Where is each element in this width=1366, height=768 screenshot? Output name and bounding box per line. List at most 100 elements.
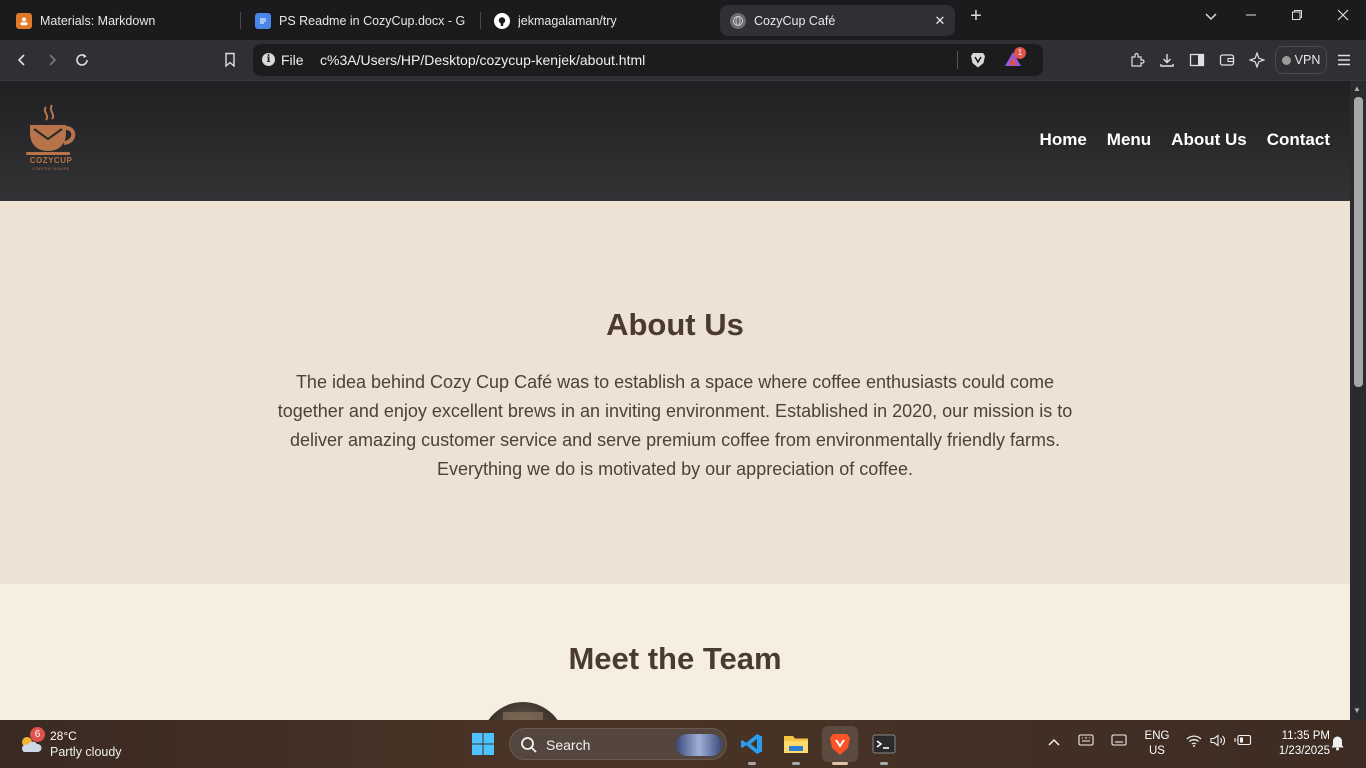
tab-search-chevron-icon[interactable] — [1200, 8, 1222, 24]
page-scrollbar[interactable]: ▲ ▼ — [1350, 81, 1366, 720]
active-indicator — [832, 762, 848, 765]
input-language[interactable]: ENG US — [1143, 729, 1171, 759]
wallet-icon[interactable] — [1215, 48, 1239, 72]
language-code: ENG — [1144, 730, 1170, 742]
coffee-cup-logo-icon — [26, 104, 76, 155]
terminal-icon — [872, 734, 896, 754]
hamburger-menu-icon[interactable] — [1332, 48, 1356, 72]
page-viewport: COZYCUP COFFEE HOUSE Home Menu About Us … — [0, 81, 1350, 720]
taskbar-terminal[interactable] — [866, 726, 902, 765]
new-tab-button[interactable]: + — [965, 5, 987, 28]
taskbar-vscode[interactable] — [734, 726, 770, 765]
tab-google-docs[interactable]: PS Readme in CozyCup.docx - Goog — [245, 5, 475, 36]
about-heading: About Us — [606, 307, 744, 342]
volume-icon[interactable] — [1210, 734, 1226, 750]
battery-icon[interactable] — [1234, 734, 1252, 749]
forward-button[interactable] — [40, 48, 64, 72]
site-info-icon[interactable]: i — [262, 53, 275, 66]
about-section: About Us The idea behind Cozy Cup Café w… — [0, 201, 1350, 584]
browser-tab-strip: Materials: Markdown PS Readme in CozyCup… — [0, 0, 1366, 40]
tab-materials[interactable]: Materials: Markdown — [6, 5, 236, 36]
running-indicator — [748, 762, 756, 765]
minimize-button[interactable] — [1240, 8, 1262, 24]
scroll-up-arrow-icon[interactable]: ▲ — [1353, 84, 1361, 93]
bookmark-icon[interactable] — [218, 48, 242, 72]
about-body: The idea behind Cozy Cup Café was to est… — [277, 372, 1073, 479]
weather-condition: Partly cloudy — [50, 745, 122, 759]
wifi-icon[interactable] — [1186, 734, 1202, 750]
tab-separator — [240, 12, 241, 29]
search-icon — [521, 737, 537, 753]
windows-taskbar: 6 28°C Partly cloudy Search ENG US 11:35… — [0, 720, 1366, 768]
google-docs-icon — [255, 12, 271, 29]
language-region: US — [1149, 745, 1165, 757]
address-bar[interactable]: i File c%3A/Users/HP/Desktop/cozycup-ken… — [253, 44, 1043, 76]
weather-widget[interactable]: 6 28°C Partly cloudy — [16, 726, 156, 762]
close-window-button[interactable] — [1332, 8, 1354, 24]
rewards-count-badge: 1 — [1014, 47, 1026, 59]
tab-separator — [480, 12, 481, 29]
browser-toolbar: i File c%3A/Users/HP/Desktop/cozycup-ken… — [0, 40, 1366, 81]
vpn-label: VPN — [1294, 53, 1321, 67]
tab-title: PS Readme in CozyCup.docx - Goog — [279, 13, 465, 28]
taskbar-file-explorer[interactable] — [778, 726, 814, 765]
taskbar-brave[interactable] — [822, 726, 858, 765]
running-indicator — [880, 762, 888, 765]
system-clock[interactable]: 11:35 PM 1/23/2025 — [1260, 729, 1330, 759]
urlbar-divider — [957, 51, 958, 69]
search-label: Search — [546, 737, 591, 753]
vscode-icon — [741, 734, 762, 754]
windows-logo-icon — [472, 733, 494, 755]
url-text[interactable]: c%3A/Users/HP/Desktop/cozycup-kenjek/abo… — [320, 52, 645, 68]
scroll-down-arrow-icon[interactable]: ▼ — [1353, 706, 1361, 715]
back-button[interactable] — [10, 48, 34, 72]
weather-temp: 28°C — [50, 729, 77, 743]
logo-wordmark: COZYCUP — [29, 156, 73, 165]
nav-home-link[interactable]: Home — [1040, 130, 1087, 150]
scrollbar-thumb[interactable] — [1354, 97, 1363, 387]
tab-cozycup[interactable]: CozyCup Café ✕ — [720, 5, 955, 36]
running-indicator — [792, 762, 800, 765]
tab-title: jekmagalaman/try — [518, 13, 617, 28]
site-header: COZYCUP COFFEE HOUSE Home Menu About Us … — [0, 81, 1350, 201]
notification-bell-icon[interactable] — [1330, 735, 1345, 754]
team-member-photo — [481, 702, 565, 720]
search-highlight-image — [676, 734, 722, 756]
extensions-icon[interactable] — [1125, 48, 1149, 72]
nav-menu-link[interactable]: Menu — [1107, 130, 1151, 150]
logo-tagline: COFFEE HOUSE — [32, 166, 70, 171]
github-icon — [494, 12, 510, 29]
start-button[interactable] — [465, 726, 501, 762]
reload-button[interactable] — [70, 48, 94, 72]
touch-keyboard-icon[interactable] — [1078, 734, 1094, 749]
nav-about-link[interactable]: About Us — [1171, 130, 1247, 150]
url-scheme: File — [281, 52, 304, 68]
vpn-status-icon — [1281, 55, 1291, 65]
close-tab-icon[interactable]: ✕ — [933, 13, 947, 29]
brave-browser-icon — [830, 734, 850, 755]
photo-detail — [503, 712, 543, 720]
clock-date: 1/23/2025 — [1278, 745, 1330, 757]
team-section: Meet the Team — [0, 584, 1350, 720]
team-heading: Meet the Team — [568, 641, 782, 676]
pen-menu-icon[interactable] — [1111, 734, 1127, 749]
tab-github[interactable]: jekmagalaman/try — [484, 5, 714, 36]
sidebar-icon[interactable] — [1185, 48, 1209, 72]
materials-favicon-icon — [16, 12, 32, 29]
weather-badge: 6 — [30, 727, 45, 742]
nav-contact-link[interactable]: Contact — [1267, 130, 1330, 150]
clock-time: 11:35 PM — [1281, 730, 1330, 742]
brave-shields-icon[interactable] — [970, 51, 986, 74]
tab-title: CozyCup Café — [754, 13, 836, 28]
cozycup-logo[interactable]: COZYCUP COFFEE HOUSE — [24, 103, 78, 175]
folder-icon — [784, 736, 808, 753]
vpn-button[interactable]: VPN — [1275, 46, 1327, 74]
main-nav: Home Menu About Us Contact — [1040, 130, 1330, 150]
globe-icon — [730, 12, 746, 29]
tab-title: Materials: Markdown — [40, 13, 156, 28]
leo-ai-icon[interactable] — [1245, 48, 1269, 72]
restore-button[interactable] — [1286, 8, 1308, 24]
show-hidden-icons-chevron-icon[interactable] — [1048, 734, 1060, 749]
downloads-icon[interactable] — [1155, 48, 1179, 72]
taskbar-search[interactable]: Search — [509, 728, 727, 760]
